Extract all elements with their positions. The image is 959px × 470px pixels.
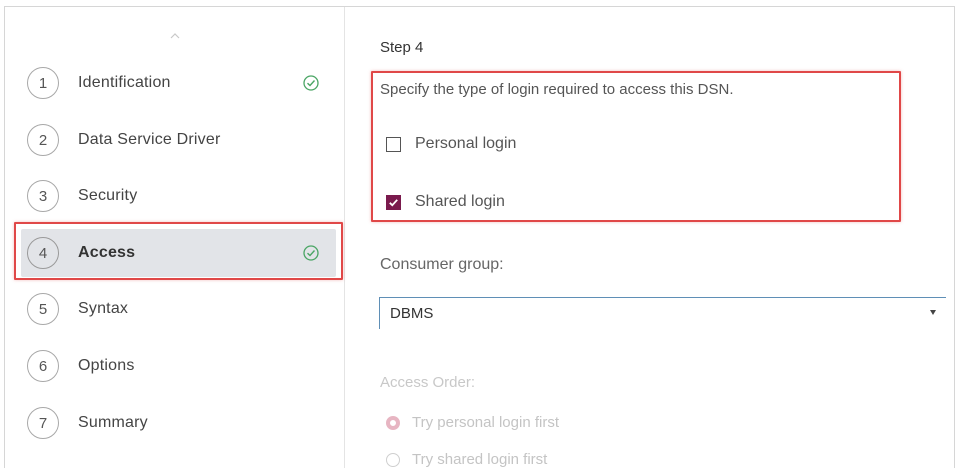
- step-item-identification[interactable]: 1 Identification: [21, 59, 336, 107]
- step-item-options[interactable]: 6 Options: [21, 342, 336, 390]
- step-number: 3: [27, 180, 59, 212]
- step-item-data-service-driver[interactable]: 2 Data Service Driver: [21, 116, 336, 164]
- shared-login-option[interactable]: Shared login: [386, 193, 505, 211]
- try-personal-first-radio[interactable]: [386, 415, 400, 430]
- step-label: Options: [78, 357, 135, 374]
- step-label: Access: [78, 244, 136, 261]
- caret-down-icon: [930, 310, 936, 315]
- step-label: Security: [78, 187, 138, 204]
- steps-sidebar: 1 Identification 2 Data Service Driver 3…: [5, 7, 345, 468]
- step-label: Identification: [78, 74, 171, 91]
- instruction-text: Specify the type of login required to ac…: [380, 81, 734, 98]
- step-label: Syntax: [78, 300, 129, 317]
- step-number: 2: [27, 124, 59, 156]
- step-number: 6: [27, 350, 59, 382]
- consumer-group-label: Consumer group:: [380, 256, 504, 273]
- select-value: DBMS: [390, 305, 434, 322]
- access-order-label: Access Order:: [380, 374, 476, 391]
- step-item-summary[interactable]: 7 Summary: [21, 399, 336, 447]
- step-number: 4: [27, 237, 59, 269]
- personal-login-option[interactable]: Personal login: [386, 135, 516, 153]
- personal-login-checkbox[interactable]: [386, 136, 401, 152]
- try-personal-first-option[interactable]: Try personal login first: [386, 414, 559, 431]
- step-item-access[interactable]: 4 Access: [21, 229, 336, 277]
- checkmark-icon: [389, 198, 398, 206]
- shared-login-checkbox[interactable]: [386, 194, 401, 210]
- radio-label: Try shared login first: [412, 451, 548, 468]
- step-label: Summary: [78, 414, 148, 431]
- try-shared-first-radio[interactable]: [386, 452, 400, 467]
- chevron-up-icon[interactable]: [168, 31, 182, 41]
- step-item-security[interactable]: 3 Security: [21, 172, 336, 220]
- checkbox-label: Personal login: [415, 135, 517, 152]
- radio-label: Try personal login first: [412, 414, 559, 431]
- step-title: Step 4: [380, 39, 424, 56]
- check-circle-icon: [303, 245, 319, 261]
- step-number: 1: [27, 67, 59, 99]
- step-number: 5: [27, 293, 59, 325]
- check-circle-icon: [303, 75, 319, 91]
- step-content: Step 4 Specify the type of login require…: [345, 7, 954, 468]
- step-label: Data Service Driver: [78, 131, 221, 148]
- try-shared-first-option[interactable]: Try shared login first: [386, 451, 547, 468]
- step-item-syntax[interactable]: 5 Syntax: [21, 285, 336, 333]
- step-number: 7: [27, 407, 59, 439]
- consumer-group-select[interactable]: DBMS: [379, 297, 946, 329]
- checkbox-label: Shared login: [415, 193, 505, 210]
- wizard-frame: 1 Identification 2 Data Service Driver 3…: [4, 6, 955, 468]
